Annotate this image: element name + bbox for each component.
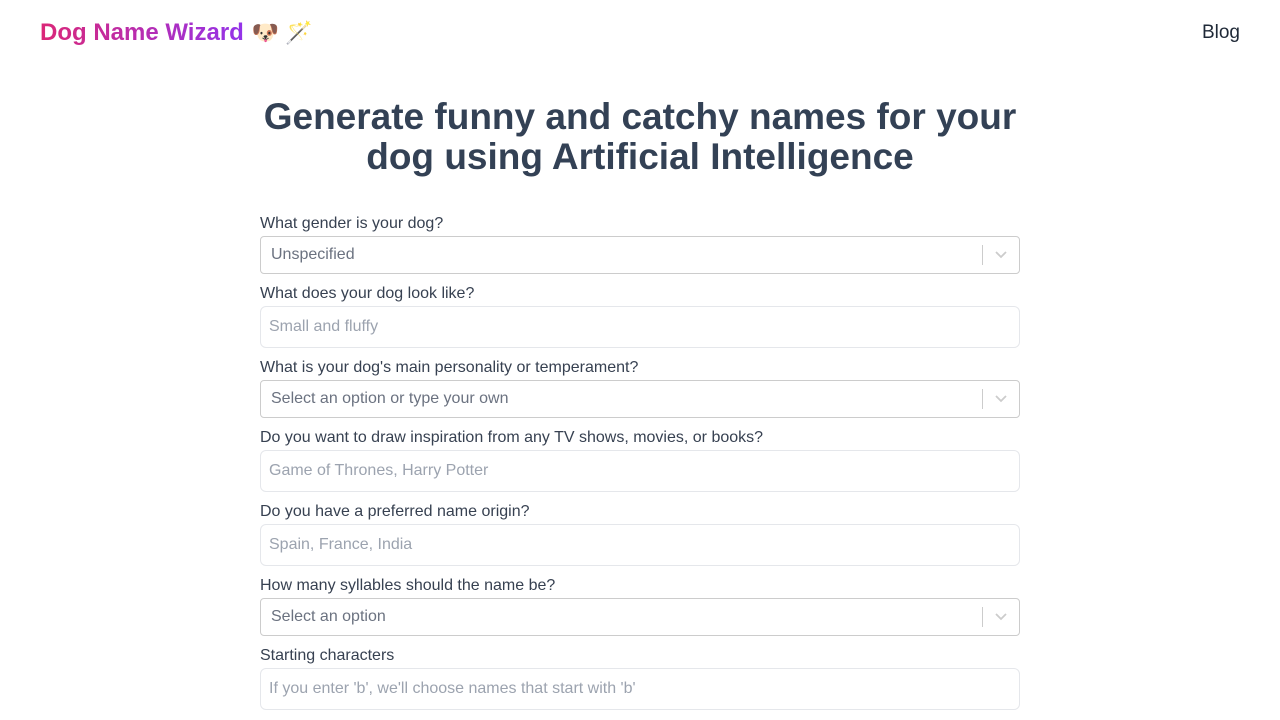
- logo-text: Dog Name Wizard: [40, 17, 244, 49]
- personality-select-value: Select an option or type your own: [271, 390, 509, 407]
- starting-label: Starting characters: [260, 647, 395, 664]
- origin-input[interactable]: [260, 524, 1020, 566]
- select-separator: [982, 607, 983, 627]
- site-header: Dog Name Wizard 🐶 🪄 Blog: [0, 0, 1280, 66]
- chevron-down-icon[interactable]: [995, 612, 1007, 622]
- starting-characters-input[interactable]: [260, 668, 1020, 710]
- origin-label: Do you have a preferred name origin?: [260, 503, 530, 520]
- personality-select[interactable]: Select an option or type your own: [260, 380, 1020, 418]
- select-separator: [982, 389, 983, 409]
- look-label: What does your dog look like?: [260, 285, 475, 302]
- inspiration-label: Do you want to draw inspiration from any…: [260, 429, 764, 446]
- page-title: Generate funny and catchy names for your…: [263, 96, 1017, 177]
- chevron-down-icon[interactable]: [995, 394, 1007, 404]
- chevron-down-icon[interactable]: [995, 250, 1007, 260]
- logo-emoji-icon: 🐶 🪄: [251, 20, 313, 45]
- select-separator: [982, 245, 983, 265]
- look-input[interactable]: [260, 306, 1020, 348]
- blog-link[interactable]: Blog: [1202, 20, 1240, 46]
- gender-label: What gender is your dog?: [260, 215, 444, 232]
- inspiration-input[interactable]: [260, 450, 1020, 492]
- syllables-select[interactable]: Select an option: [260, 598, 1020, 636]
- site-logo[interactable]: Dog Name Wizard 🐶 🪄: [40, 17, 313, 49]
- personality-label: What is your dog's main personality or t…: [260, 359, 639, 376]
- syllables-label: How many syllables should the name be?: [260, 577, 556, 594]
- gender-select-value: Unspecified: [271, 246, 355, 263]
- syllables-select-value: Select an option: [271, 608, 386, 625]
- gender-select[interactable]: Unspecified: [260, 236, 1020, 274]
- dog-name-form: What gender is your dog? Unspecified Wha…: [260, 212, 1020, 718]
